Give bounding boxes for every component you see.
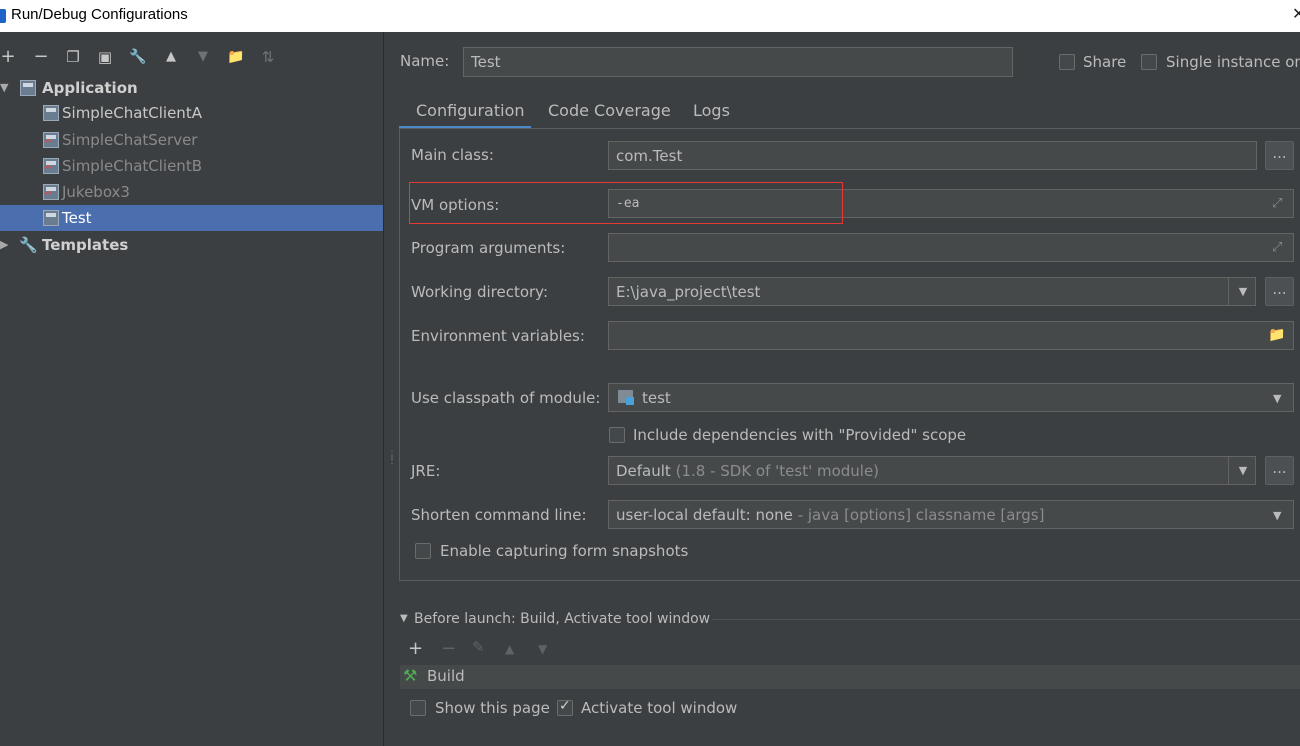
application-icon <box>20 80 36 96</box>
include-dependencies-checkbox[interactable] <box>609 427 625 443</box>
tree-item-label: SimpleChatClientB <box>62 157 202 175</box>
classpath-module-select[interactable]: test <box>608 383 1294 412</box>
config-icon <box>43 210 59 226</box>
activate-tool-window-label: Activate tool window <box>581 699 738 717</box>
main-class-label: Main class: <box>411 146 494 164</box>
add-icon[interactable]: + <box>0 46 19 68</box>
share-label: Share <box>1083 53 1127 71</box>
environment-variables-input[interactable] <box>608 321 1294 350</box>
share-checkbox[interactable] <box>1059 54 1075 70</box>
tree-item-label: SimpleChatClientA <box>62 104 202 122</box>
single-instance-label: Single instance onl <box>1166 53 1300 71</box>
expand-arrow-icon[interactable]: ▼ <box>0 75 8 101</box>
jre-label: JRE: <box>411 462 441 480</box>
tab-configuration[interactable]: Configuration <box>416 101 525 120</box>
tree-item-label: SimpleChatServer <box>62 131 198 149</box>
tree-node-templates[interactable]: ▶ 🔧 Templates <box>0 232 383 258</box>
copy-icon[interactable]: ❐ <box>62 46 84 68</box>
title-bar: Run/Debug Configurations ✕ <box>0 0 1300 32</box>
chevron-down-icon[interactable]: ▼ <box>1228 278 1257 305</box>
tree-item-simplechatserver[interactable]: ✕ SimpleChatServer <box>0 127 383 153</box>
move-down-task-icon[interactable]: ▼ <box>538 642 547 656</box>
hammer-icon: ⚒ <box>403 666 418 685</box>
module-badge-icon <box>626 397 634 405</box>
main-class-input[interactable]: com.Test <box>608 141 1257 170</box>
tab-code-coverage[interactable]: Code Coverage <box>548 101 671 120</box>
shorten-command-line-select[interactable]: user-local default: none - java [options… <box>608 500 1294 529</box>
environment-variables-label: Environment variables: <box>411 327 585 345</box>
collapse-arrow-icon[interactable]: ▼ <box>400 613 408 624</box>
tree-item-label: Jukebox3 <box>62 183 130 201</box>
chevron-down-icon[interactable]: ▼ <box>1273 392 1281 405</box>
tree-item-simplechatclienta[interactable]: SimpleChatClientA <box>0 100 383 126</box>
chevron-down-icon[interactable]: ▼ <box>1228 457 1257 484</box>
tree-item-test[interactable]: Test <box>0 205 383 231</box>
program-arguments-input[interactable] <box>608 233 1294 262</box>
wrench-icon: 🔧 <box>19 236 38 254</box>
include-dependencies-label: Include dependencies with "Provided" sco… <box>633 426 967 444</box>
single-instance-checkbox[interactable] <box>1141 54 1157 70</box>
browse-working-directory-button[interactable]: ... <box>1265 277 1294 306</box>
config-error-icon: ✕ <box>43 184 59 200</box>
jre-value: Default <box>616 462 671 480</box>
classpath-module-value: test <box>642 389 671 407</box>
collapse-arrow-icon[interactable]: ▶ <box>0 232 8 258</box>
remove-task-icon[interactable]: − <box>441 638 456 659</box>
wrench-icon[interactable]: 🔧 <box>127 46 149 68</box>
jre-select[interactable]: Default (1.8 - SDK of 'test' module) <box>608 456 1256 485</box>
browse-main-class-button[interactable]: ... <box>1265 141 1294 170</box>
tree-node-label: Application <box>42 79 138 97</box>
configurations-sidebar: + − ❐ ▣ 🔧 ▲ ▼ 📁 ⇅ ▼ Application SimpleCh… <box>0 32 384 746</box>
chevron-down-icon[interactable]: ▼ <box>1273 509 1281 522</box>
activate-tool-window-checkbox[interactable] <box>557 698 573 716</box>
program-arguments-label: Program arguments: <box>411 239 566 257</box>
window-title: Run/Debug Configurations <box>11 6 188 23</box>
tree-node-label: Templates <box>42 236 129 254</box>
tree-item-jukebox3[interactable]: ✕ Jukebox3 <box>0 179 383 205</box>
working-directory-input[interactable]: E:\java_project\test <box>608 277 1256 306</box>
config-error-icon: ✕ <box>43 158 59 174</box>
edit-task-icon[interactable]: ✎ <box>472 638 485 656</box>
shorten-detail: - java [options] classname [args] <box>797 506 1045 524</box>
show-this-page-label: Show this page <box>435 699 550 717</box>
folder-icon[interactable]: 📁 <box>1268 327 1285 343</box>
config-icon <box>43 105 59 121</box>
splitter-handle[interactable]: ⋮ ⋮ <box>387 451 397 473</box>
tree-item-label: Test <box>62 209 92 227</box>
working-directory-label: Working directory: <box>411 283 549 301</box>
browse-jre-button[interactable]: ... <box>1265 456 1294 485</box>
show-this-page-checkbox[interactable] <box>410 700 426 716</box>
shorten-value: user-local default: none <box>616 506 793 524</box>
tree-node-application[interactable]: ▼ Application <box>0 75 383 101</box>
save-icon[interactable]: ▣ <box>94 46 116 68</box>
shorten-command-line-label: Shorten command line: <box>411 506 587 524</box>
expand-icon[interactable]: ⤢ <box>1272 196 1282 211</box>
move-up-icon[interactable]: ▲ <box>160 46 182 68</box>
before-launch-title[interactable]: Before launch: Build, Activate tool wind… <box>414 611 710 627</box>
folder-icon[interactable]: 📁 <box>225 46 247 68</box>
jre-detail: (1.8 - SDK of 'test' module) <box>675 462 880 480</box>
name-label: Name: <box>400 52 450 70</box>
name-input[interactable]: Test <box>463 47 1013 77</box>
close-icon[interactable]: ✕ <box>1292 4 1300 23</box>
remove-icon[interactable]: − <box>30 46 52 68</box>
before-launch-task-build[interactable]: ⚒ Build <box>400 665 1300 689</box>
build-task-label: Build <box>427 667 465 685</box>
move-up-task-icon[interactable]: ▲ <box>505 642 514 656</box>
expand-icon[interactable]: ⤢ <box>1272 240 1282 255</box>
add-task-icon[interactable]: + <box>408 638 423 659</box>
classpath-label: Use classpath of module: <box>411 389 601 407</box>
app-icon <box>0 9 6 23</box>
separator <box>712 619 1300 620</box>
highlight-annotation <box>409 182 843 224</box>
tab-logs[interactable]: Logs <box>693 101 730 120</box>
tree-item-simplechatclientb[interactable]: ✕ SimpleChatClientB <box>0 153 383 179</box>
sort-icon[interactable]: ⇅ <box>257 46 279 68</box>
enable-snapshots-checkbox[interactable] <box>415 543 431 559</box>
enable-snapshots-label: Enable capturing form snapshots <box>440 542 689 560</box>
config-error-icon: ✕ <box>43 132 59 148</box>
move-down-icon[interactable]: ▼ <box>192 46 214 68</box>
